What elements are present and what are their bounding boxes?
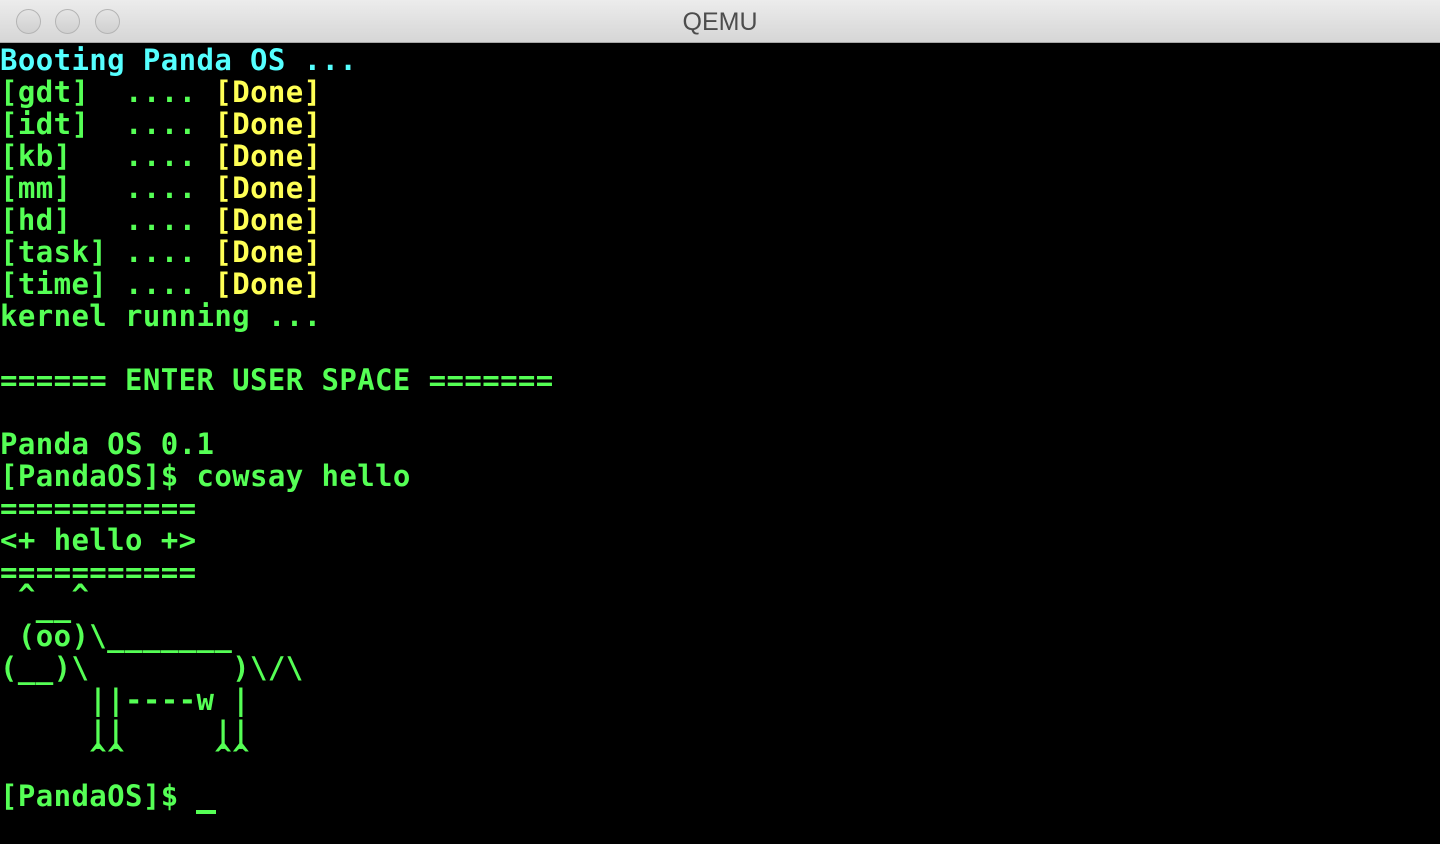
- terminal-screen[interactable]: Booting Panda OS ... [gdt] .... [Done] […: [0, 43, 1440, 844]
- os-version: Panda OS 0.1: [0, 427, 215, 461]
- module-status: [Done]: [214, 203, 322, 237]
- boot-module-time: [time] .... [Done]: [0, 268, 322, 300]
- user-space-banner: ====== ENTER USER SPACE =======: [0, 363, 554, 397]
- boot-module-task: [task] .... [Done]: [0, 236, 322, 268]
- module-name: [time]: [0, 267, 126, 301]
- module-dots: ....: [125, 139, 215, 173]
- cowsay-line: (__)\ )\/\: [0, 651, 304, 685]
- module-dots: ....: [125, 203, 215, 237]
- module-name: [hd]: [0, 203, 126, 237]
- module-status: [Done]: [214, 171, 322, 205]
- module-status: [Done]: [214, 267, 322, 301]
- boot-module-kb: [kb] .... [Done]: [0, 140, 322, 172]
- module-name: [idt]: [0, 107, 126, 141]
- module-status: [Done]: [214, 235, 322, 269]
- boot-module-idt: [idt] .... [Done]: [0, 108, 322, 140]
- module-dots: ....: [125, 235, 215, 269]
- module-name: [gdt]: [0, 75, 126, 109]
- boot-module-gdt: [gdt] .... [Done]: [0, 76, 322, 108]
- module-name: [mm]: [0, 171, 126, 205]
- module-name: [kb]: [0, 139, 126, 173]
- cowsay-line: __: [0, 589, 72, 623]
- title-bar[interactable]: QEMU: [0, 0, 1440, 43]
- module-status: [Done]: [214, 139, 322, 173]
- module-status: [Done]: [214, 107, 322, 141]
- cowsay-line: (oo)\_______: [0, 619, 233, 653]
- boot-module-mm: [mm] .... [Done]: [0, 172, 322, 204]
- module-status: [Done]: [214, 75, 322, 109]
- boot-module-hd: [hd] .... [Done]: [0, 204, 322, 236]
- text-cursor: [196, 810, 216, 814]
- cowsay-line: ===========: [0, 491, 197, 525]
- module-dots: ....: [125, 267, 215, 301]
- qemu-window: QEMU Booting Panda OS ... [gdt] .... [Do…: [0, 0, 1440, 844]
- cowsay-line: <+ hello +>: [0, 523, 197, 557]
- window-title: QEMU: [682, 8, 758, 36]
- boot-header: Booting Panda OS ...: [0, 43, 358, 77]
- module-dots: ....: [125, 171, 215, 205]
- module-name: [task]: [0, 235, 126, 269]
- shell-prompt[interactable]: [PandaOS]$: [0, 780, 196, 812]
- kernel-status: kernel running ...: [0, 299, 322, 333]
- module-dots: ....: [125, 75, 215, 109]
- module-dots: ....: [125, 107, 215, 141]
- command-line: [PandaOS]$ cowsay hello: [0, 459, 411, 493]
- cowsay-line: ||----w |: [0, 683, 251, 717]
- cowsay-line: ^^ ^^: [0, 738, 251, 772]
